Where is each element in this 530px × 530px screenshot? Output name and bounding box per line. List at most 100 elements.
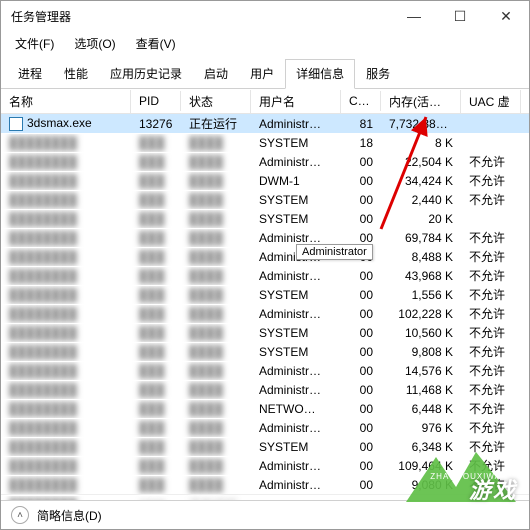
cell-status: ████ xyxy=(181,457,251,475)
column-header-row: 名称 PID 状态 用户名 CPU 内存(活动… UAC 虚 xyxy=(1,89,529,114)
col-status[interactable]: 状态 xyxy=(181,90,251,113)
table-row[interactable]: ███████████████Administr…0043,968 K不允许 xyxy=(1,266,529,285)
table-row[interactable]: ███████████████Administr…008,488 K不允许 xyxy=(1,247,529,266)
cell-cpu: 00 xyxy=(341,343,381,361)
cell-user: SYSTEM xyxy=(251,343,341,361)
cell-name: ████████ xyxy=(1,324,131,342)
table-row[interactable]: 3dsmax.exe13276正在运行Administr…817,732,388… xyxy=(1,114,529,133)
cell-user: DWM-1 xyxy=(251,172,341,190)
cell-name: ████████ xyxy=(1,305,131,323)
table-row[interactable]: ███████████████Administr…0011,468 K不允许 xyxy=(1,380,529,399)
table-row[interactable]: ███████████████SYSTEM0020 K xyxy=(1,209,529,228)
table-row[interactable]: ███████████████Administr…00102,228 K不允许 xyxy=(1,304,529,323)
cell-uac: 不允许 xyxy=(461,265,521,286)
table-row[interactable]: ███████████████Administr…00976 K不允许 xyxy=(1,418,529,437)
close-button[interactable]: ✕ xyxy=(483,1,529,31)
cell-uac: 不允许 xyxy=(461,417,521,438)
chevron-up-icon[interactable]: ˄ xyxy=(11,506,29,524)
cell-mem: 976 K xyxy=(381,419,461,437)
cell-uac: 不允许 xyxy=(461,436,521,457)
cell-uac xyxy=(461,122,521,126)
table-row[interactable]: ███████████████DWM-10034,424 K不允许 xyxy=(1,171,529,190)
cell-pid: ███ xyxy=(131,305,181,323)
cell-mem: 10,560 K xyxy=(381,324,461,342)
tab-services[interactable]: 服务 xyxy=(355,59,401,89)
tab-details[interactable]: 详细信息 xyxy=(285,59,355,89)
menu-options[interactable]: 选项(O) xyxy=(66,33,123,54)
cell-cpu: 00 xyxy=(341,419,381,437)
tab-users[interactable]: 用户 xyxy=(239,59,285,89)
menu-file[interactable]: 文件(F) xyxy=(7,33,62,54)
cell-user: Administr… xyxy=(251,115,341,133)
status-bar: ˄ 简略信息(D) xyxy=(1,500,529,529)
cell-user: SYSTEM xyxy=(251,134,341,152)
col-pid[interactable]: PID xyxy=(131,91,181,111)
table-row[interactable]: ███████████████Administr…0022,504 K不允许 xyxy=(1,152,529,171)
cell-cpu: 00 xyxy=(341,381,381,399)
cell-pid: ███ xyxy=(131,343,181,361)
table-row[interactable]: ███████████████SYSTEM0010,560 K不允许 xyxy=(1,323,529,342)
col-uac[interactable]: UAC 虚 xyxy=(461,90,521,113)
cell-user: SYSTEM xyxy=(251,191,341,209)
table-row[interactable]: ███████████████Administr…0069,784 K不允许 xyxy=(1,228,529,247)
table-row[interactable]: ███████████████SYSTEM001,556 K不允许 xyxy=(1,285,529,304)
cell-uac: 不允许 xyxy=(461,246,521,267)
cell-status: ████ xyxy=(181,438,251,456)
cell-mem: 20 K xyxy=(381,210,461,228)
cell-cpu: 18 xyxy=(341,134,381,152)
cell-status: ████ xyxy=(181,210,251,228)
cell-pid: ███ xyxy=(131,267,181,285)
menu-view[interactable]: 查看(V) xyxy=(128,33,184,54)
cell-name: ████████ xyxy=(1,457,131,475)
cell-pid: ███ xyxy=(131,286,181,304)
cell-name: ████████ xyxy=(1,210,131,228)
table-row[interactable]: ███████████████SYSTEM002,440 K不允许 xyxy=(1,190,529,209)
table-row[interactable]: ███████████████SYSTEM188 K xyxy=(1,133,529,152)
cell-user: Administr… xyxy=(251,153,341,171)
cell-mem: 8 K xyxy=(381,134,461,152)
cell-pid: ███ xyxy=(131,438,181,456)
cell-pid: 13276 xyxy=(131,115,181,133)
col-mem[interactable]: 内存(活动… xyxy=(381,90,461,113)
tab-app-history[interactable]: 应用历史记录 xyxy=(99,59,193,89)
maximize-button[interactable]: ☐ xyxy=(437,1,483,31)
cell-name: ████████ xyxy=(1,362,131,380)
cell-user: Administr… xyxy=(251,305,341,323)
cell-uac: 不允许 xyxy=(461,379,521,400)
cell-status: ████ xyxy=(181,248,251,266)
tab-performance[interactable]: 性能 xyxy=(53,59,99,89)
cell-status: ████ xyxy=(181,400,251,418)
cell-user: Administr… xyxy=(251,457,341,475)
col-user[interactable]: 用户名 xyxy=(251,90,341,113)
table-row[interactable]: ███████████████SYSTEM009,808 K不允许 xyxy=(1,342,529,361)
cell-mem: 8,488 K xyxy=(381,248,461,266)
cell-mem: 9,808 K xyxy=(381,343,461,361)
cell-status: ████ xyxy=(181,153,251,171)
cell-pid: ███ xyxy=(131,457,181,475)
table-row[interactable]: ███████████████SYSTEM006,348 K不允许 xyxy=(1,437,529,456)
col-cpu[interactable]: CPU xyxy=(341,91,381,111)
cell-mem: 7,732,388… xyxy=(381,115,461,133)
fewer-details-label[interactable]: 简略信息(D) xyxy=(37,507,102,524)
cell-pid: ███ xyxy=(131,400,181,418)
table-row[interactable]: ███████████████Administr…0014,576 K不允许 xyxy=(1,361,529,380)
cell-cpu: 81 xyxy=(341,115,381,133)
cell-uac: 不允许 xyxy=(461,455,521,476)
col-name[interactable]: 名称 xyxy=(1,90,131,113)
cell-name: ████████ xyxy=(1,286,131,304)
table-row[interactable]: ███████████████NETWO…006,448 K不允许 xyxy=(1,399,529,418)
cell-user: SYSTEM xyxy=(251,286,341,304)
process-grid[interactable]: 名称 PID 状态 用户名 CPU 内存(活动… UAC 虚 3dsmax.ex… xyxy=(1,89,529,501)
cell-status: ████ xyxy=(181,134,251,152)
minimize-button[interactable]: ― xyxy=(391,1,437,31)
table-row[interactable]: ███████████████Administr…00109,464 K不允许 xyxy=(1,456,529,475)
cell-user: Administr… xyxy=(251,381,341,399)
table-row[interactable]: ███████████████Administr…009,080 K不允许 xyxy=(1,475,529,494)
tab-startup[interactable]: 启动 xyxy=(193,59,239,89)
cell-cpu: 00 xyxy=(341,438,381,456)
cell-pid: ███ xyxy=(131,134,181,152)
cell-mem: 34,424 K xyxy=(381,172,461,190)
cell-name: ████████ xyxy=(1,400,131,418)
cell-status: ████ xyxy=(181,191,251,209)
tab-processes[interactable]: 进程 xyxy=(7,59,53,89)
